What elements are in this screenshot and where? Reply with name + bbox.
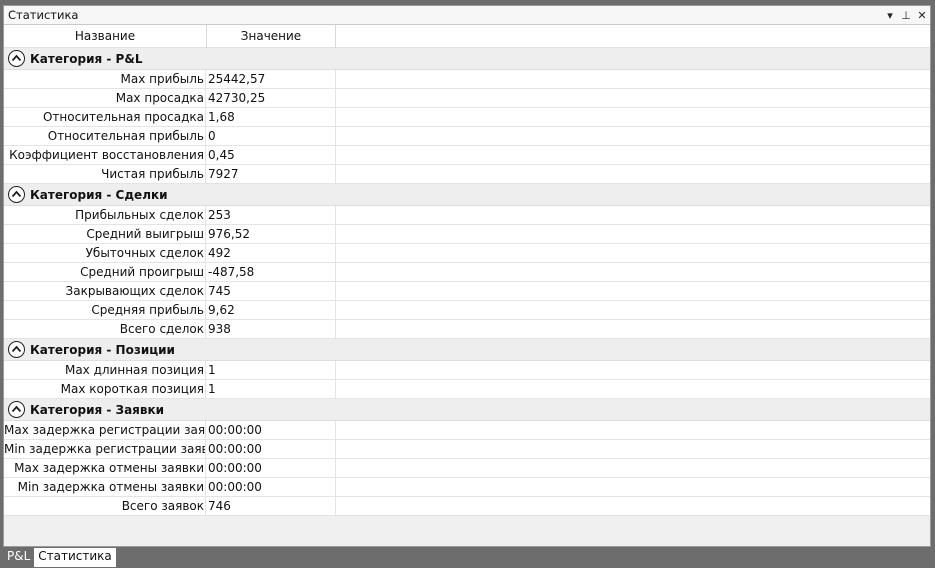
- property-name: Убыточных сделок: [4, 244, 206, 263]
- property-value[interactable]: 492: [207, 244, 336, 263]
- property-row[interactable]: Max просадка 42730,25: [4, 89, 930, 108]
- property-value[interactable]: 7927: [207, 165, 336, 184]
- property-value[interactable]: 253: [207, 206, 336, 225]
- category-header[interactable]: Категория - Позиции: [4, 339, 930, 361]
- property-row[interactable]: Max задержка регистрации заявки 00:00:00: [4, 421, 930, 440]
- collapse-chevron-up-icon[interactable]: [8, 186, 25, 203]
- property-value[interactable]: 00:00:00: [207, 478, 336, 497]
- property-value[interactable]: 746: [207, 497, 336, 516]
- category-label: Категория - Позиции: [30, 343, 175, 357]
- dropdown-icon[interactable]: ▾: [882, 9, 898, 22]
- property-row[interactable]: Закрывающих сделок 745: [4, 282, 930, 301]
- property-name: Средний проигрыш: [4, 263, 206, 282]
- collapse-chevron-up-icon[interactable]: [8, 341, 25, 358]
- category-header[interactable]: Категория - Сделки: [4, 184, 930, 206]
- property-row[interactable]: Всего сделок 938: [4, 320, 930, 339]
- property-row[interactable]: Средний проигрыш -487,58: [4, 263, 930, 282]
- category-header[interactable]: Категория - Заявки: [4, 399, 930, 421]
- property-name: Max задержка регистрации заявки: [4, 421, 206, 440]
- property-name: Средняя прибыль: [4, 301, 206, 320]
- property-name: Min задержка регистрации заявки: [4, 440, 206, 459]
- property-value[interactable]: 25442,57: [207, 70, 336, 89]
- property-row[interactable]: Max длинная позиция 1: [4, 361, 930, 380]
- property-row[interactable]: Убыточных сделок 492: [4, 244, 930, 263]
- property-value[interactable]: 1,68: [207, 108, 336, 127]
- bottom-tab-strip: P&L Статистика: [3, 548, 116, 567]
- property-value[interactable]: 1: [207, 361, 336, 380]
- property-value[interactable]: 976,52: [207, 225, 336, 244]
- property-value[interactable]: 0,45: [207, 146, 336, 165]
- property-name: Закрывающих сделок: [4, 282, 206, 301]
- tab-statistics[interactable]: Статистика: [34, 548, 116, 567]
- panel-title: Статистика: [8, 8, 79, 22]
- property-value[interactable]: 1: [207, 380, 336, 399]
- category-header[interactable]: Категория - P&L: [4, 48, 930, 70]
- property-row[interactable]: Min задержка отмены заявки 00:00:00: [4, 478, 930, 497]
- column-header-value[interactable]: Значение: [207, 25, 336, 48]
- property-value[interactable]: 42730,25: [207, 89, 336, 108]
- property-name: Min задержка отмены заявки: [4, 478, 206, 497]
- property-value[interactable]: 00:00:00: [207, 440, 336, 459]
- property-value[interactable]: 00:00:00: [207, 459, 336, 478]
- property-row[interactable]: Всего заявок 746: [4, 497, 930, 516]
- property-value[interactable]: 0: [207, 127, 336, 146]
- property-row[interactable]: Коэффициент восстановления 0,45: [4, 146, 930, 165]
- property-name: Max короткая позиция: [4, 380, 206, 399]
- property-name: Max прибыль: [4, 70, 206, 89]
- property-name: Чистая прибыль: [4, 165, 206, 184]
- property-value[interactable]: 00:00:00: [207, 421, 336, 440]
- property-value[interactable]: 9,62: [207, 301, 336, 320]
- property-name: Прибыльных сделок: [4, 206, 206, 225]
- property-name: Средний выигрыш: [4, 225, 206, 244]
- property-row[interactable]: Средняя прибыль 9,62: [4, 301, 930, 320]
- property-row[interactable]: Min задержка регистрации заявки 00:00:00: [4, 440, 930, 459]
- property-value[interactable]: 938: [207, 320, 336, 339]
- grid-header: Название Значение: [4, 25, 930, 48]
- column-header-name[interactable]: Название: [4, 25, 207, 48]
- property-row[interactable]: Max задержка отмены заявки 00:00:00: [4, 459, 930, 478]
- close-icon[interactable]: ✕: [914, 9, 930, 22]
- property-value[interactable]: 745: [207, 282, 336, 301]
- property-grid: Категория - P&L Max прибыль 25442,57 Max пр…: [4, 48, 930, 516]
- property-name: Относительная просадка: [4, 108, 206, 127]
- category-label: Категория - Сделки: [30, 188, 168, 202]
- property-row[interactable]: Относительная прибыль 0: [4, 127, 930, 146]
- property-row[interactable]: Чистая прибыль 7927: [4, 165, 930, 184]
- property-row[interactable]: Прибыльных сделок 253: [4, 206, 930, 225]
- property-value[interactable]: -487,58: [207, 263, 336, 282]
- panel-titlebar: Статистика ▾ ⊥ ✕: [4, 6, 930, 25]
- property-row[interactable]: Max короткая позиция 1: [4, 380, 930, 399]
- pin-icon[interactable]: ⊥: [898, 9, 914, 22]
- property-name: Всего заявок: [4, 497, 206, 516]
- property-row[interactable]: Средний выигрыш 976,52: [4, 225, 930, 244]
- category-label: Категория - P&L: [30, 52, 143, 66]
- property-name: Max задержка отмены заявки: [4, 459, 206, 478]
- collapse-chevron-up-icon[interactable]: [8, 401, 25, 418]
- property-name: Коэффициент восстановления: [4, 146, 206, 165]
- tab-pnl[interactable]: P&L: [3, 548, 34, 567]
- collapse-chevron-up-icon[interactable]: [8, 50, 25, 67]
- window-frame: Статистика ▾ ⊥ ✕ Название Значение Катег…: [0, 0, 935, 568]
- category-label: Категория - Заявки: [30, 403, 165, 417]
- property-row[interactable]: Относительная просадка 1,68: [4, 108, 930, 127]
- statistics-panel: Статистика ▾ ⊥ ✕ Название Значение Катег…: [3, 5, 931, 547]
- property-name: Max длинная позиция: [4, 361, 206, 380]
- property-name: Max просадка: [4, 89, 206, 108]
- property-name: Относительная прибыль: [4, 127, 206, 146]
- property-name: Всего сделок: [4, 320, 206, 339]
- property-row[interactable]: Max прибыль 25442,57: [4, 70, 930, 89]
